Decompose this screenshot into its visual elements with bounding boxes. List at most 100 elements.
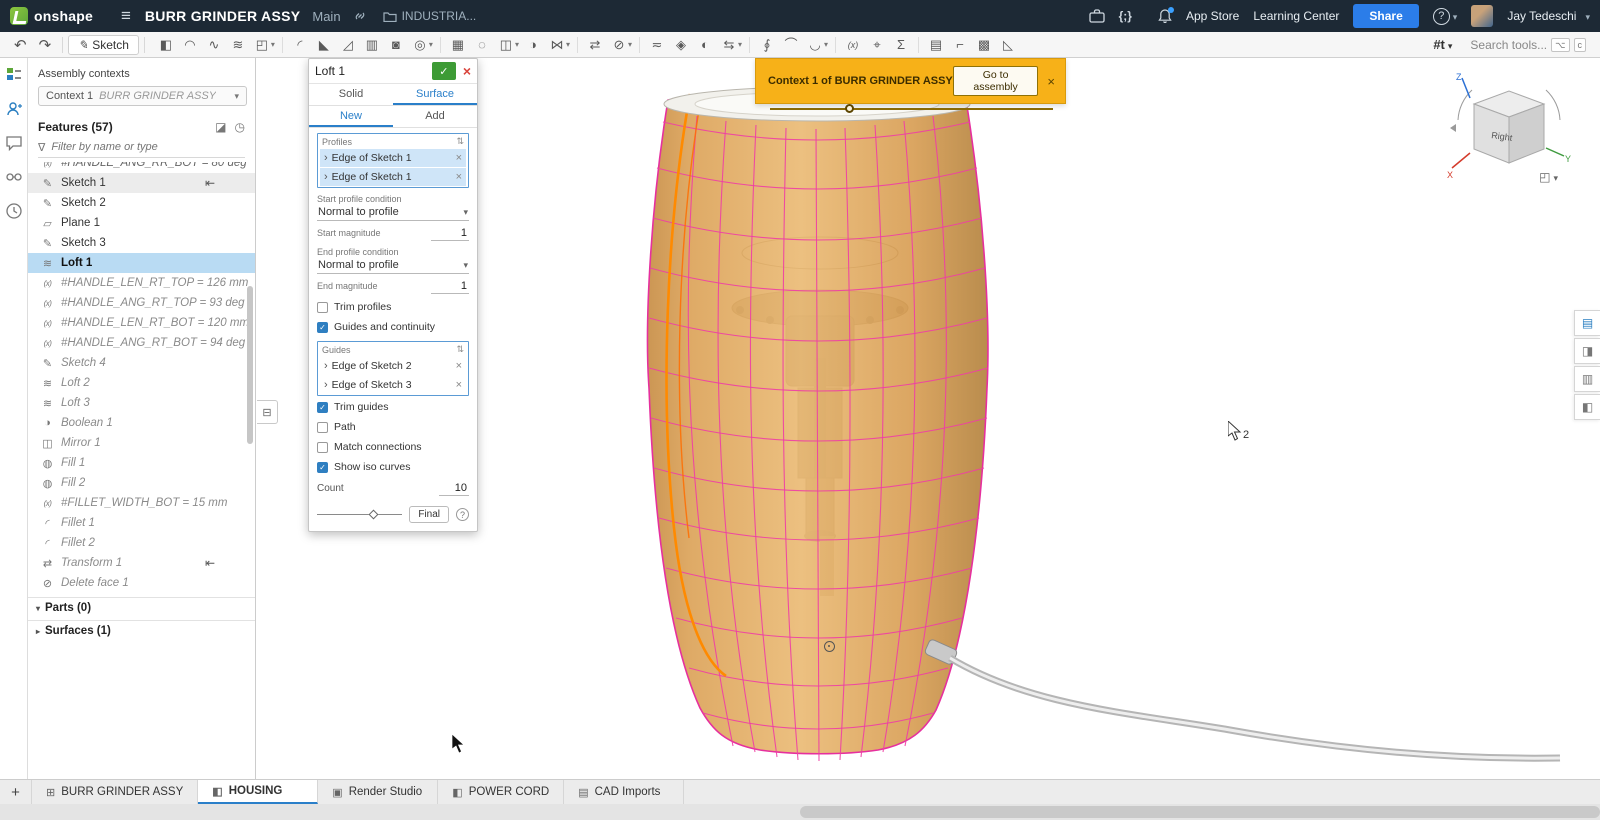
- fillet-icon[interactable]: ◜: [288, 33, 312, 57]
- suppress-arrow-icon[interactable]: ⇤: [205, 556, 215, 570]
- checkbox-trim-profiles[interactable]: Trim profiles: [317, 298, 469, 316]
- configurations-panel-icon[interactable]: ▤: [1574, 310, 1600, 336]
- checkbox[interactable]: [317, 462, 328, 473]
- document-tab-render-studio[interactable]: ▣Render Studio: [318, 780, 438, 804]
- rotate-left-triangle-icon[interactable]: [1450, 124, 1456, 132]
- workspace-name[interactable]: Main: [312, 9, 340, 24]
- start-condition-select[interactable]: Normal to profile: [317, 204, 469, 221]
- remove-icon[interactable]: ×: [456, 379, 462, 391]
- tab-add[interactable]: Add: [393, 106, 477, 127]
- boundary-surface-icon[interactable]: ◈: [669, 33, 693, 57]
- feature-item[interactable]: ▱Plane 1: [28, 213, 255, 233]
- final-button[interactable]: Final: [409, 506, 449, 523]
- link-icon[interactable]: [353, 9, 367, 23]
- rib-icon[interactable]: ▥: [360, 33, 384, 57]
- onshape-logo[interactable]: onshape: [10, 7, 93, 25]
- feature-item[interactable]: ◫Mirror 1: [28, 433, 255, 453]
- feature-filter[interactable]: [38, 140, 245, 158]
- feature-item[interactable]: ◜Fillet 1: [28, 513, 255, 533]
- cancel-button[interactable]: [463, 63, 471, 79]
- tab-bar-scroll-thumb[interactable]: [800, 806, 1600, 818]
- learning-center-link[interactable]: Learning Center: [1253, 9, 1339, 23]
- feature-item[interactable]: ✎Sketch 2: [28, 193, 255, 213]
- user-name[interactable]: Jay Tedeschi: [1507, 9, 1576, 23]
- notifications-bell-icon[interactable]: [1158, 9, 1172, 24]
- search-tools-field[interactable]: Search tools... ⌥ c: [1464, 36, 1592, 54]
- expand-chevron-icon[interactable]: ›: [324, 152, 328, 164]
- checkbox[interactable]: [317, 402, 328, 413]
- feature-item[interactable]: ◍Fill 2: [28, 473, 255, 493]
- reorder-icon[interactable]: [456, 344, 464, 355]
- linear-pattern-icon[interactable]: ▦: [446, 33, 470, 57]
- remove-icon[interactable]: ×: [456, 360, 462, 372]
- surfaces-section[interactable]: ▸ Surfaces (1): [28, 620, 255, 641]
- new-tab-button[interactable]: +: [0, 780, 32, 804]
- feature-item[interactable]: ✎Sketch 3: [28, 233, 255, 253]
- parts-expand-icon[interactable]: ▾: [36, 604, 40, 613]
- feature-item[interactable]: ✎Sketch 4: [28, 353, 255, 373]
- document-title[interactable]: BURR GRINDER ASSY: [145, 8, 300, 24]
- rollback-slider[interactable]: [317, 510, 402, 519]
- parts-section[interactable]: ▾ Parts (0): [28, 597, 255, 618]
- app-store-link[interactable]: App Store: [1186, 9, 1239, 23]
- history-icon[interactable]: [5, 202, 23, 220]
- projected-curve-icon[interactable]: ⌒: [779, 33, 803, 57]
- selection-item[interactable]: ›Edge of Sketch 1×: [320, 168, 466, 186]
- checkbox-path[interactable]: Path: [317, 418, 469, 436]
- help-icon[interactable]: ?: [1433, 8, 1450, 25]
- expand-chevron-icon[interactable]: ›: [324, 171, 328, 183]
- mirror-dropdown-icon[interactable]: ▾: [515, 40, 519, 49]
- mass-properties-icon[interactable]: Σ: [889, 33, 913, 57]
- properties-panel-icon[interactable]: ◧: [1574, 394, 1600, 420]
- feature-item[interactable]: ◜Fillet 2: [28, 533, 255, 553]
- user-menu-caret-icon[interactable]: [1582, 9, 1590, 23]
- checkbox-trim-guides[interactable]: Trim guides: [317, 398, 469, 416]
- frame-icon[interactable]: ▩: [972, 33, 996, 57]
- user-avatar[interactable]: [1471, 5, 1493, 27]
- shell-icon[interactable]: ◙: [384, 33, 408, 57]
- transform-icon[interactable]: ⇄: [583, 33, 607, 57]
- document-tab-burr-grinder-assy[interactable]: ⊞BURR GRINDER ASSY: [32, 780, 198, 804]
- sketch-button[interactable]: Sketch: [68, 35, 139, 55]
- main-menu-icon[interactable]: [121, 6, 131, 26]
- checkbox[interactable]: [317, 422, 328, 433]
- folder-breadcrumb[interactable]: INDUSTRIA...: [383, 9, 477, 23]
- feature-item[interactable]: ⇄Transform 1⇤: [28, 553, 255, 573]
- share-button[interactable]: Share: [1353, 4, 1418, 28]
- context-position-slider[interactable]: [768, 104, 1055, 114]
- variables-dropdown[interactable]: #t: [1433, 37, 1452, 52]
- checkbox-show-iso-curves[interactable]: Show iso curves: [317, 458, 469, 476]
- sweep-icon[interactable]: ∿: [202, 33, 226, 57]
- delete-part-dropdown-icon[interactable]: ▾: [628, 40, 632, 49]
- tab-surface[interactable]: Surface: [393, 84, 477, 105]
- feature-item[interactable]: (x)#HANDLE_LEN_RT_BOT = 120 mm: [28, 313, 255, 333]
- tab-bar-scrollbar[interactable]: [0, 804, 1600, 820]
- slider-thumb[interactable]: [368, 510, 378, 520]
- rollback-history-icon[interactable]: ◷: [235, 120, 245, 134]
- help-menu[interactable]: ?: [1433, 8, 1458, 25]
- tab-new[interactable]: New: [309, 106, 393, 127]
- circular-pattern-icon[interactable]: ◌: [470, 33, 494, 57]
- selection-item[interactable]: ›Edge of Sketch 1×: [320, 149, 466, 167]
- document-tab-power-cord[interactable]: ◧POWER CORD: [438, 780, 564, 804]
- loft-icon[interactable]: ≋: [226, 33, 250, 57]
- flange-icon[interactable]: ⌐: [948, 33, 972, 57]
- feature-item[interactable]: (x)#FILLET_WIDTH_BOT = 15 mm: [28, 493, 255, 513]
- power-cord[interactable]: [924, 639, 1560, 759]
- measure-icon[interactable]: ⌖: [865, 33, 889, 57]
- feature-item[interactable]: ◍Fill 1: [28, 453, 255, 473]
- reorder-icon[interactable]: [456, 136, 464, 147]
- context-selector[interactable]: Context 1 BURR GRINDER ASSY: [38, 86, 247, 106]
- gusset-icon[interactable]: ◺: [996, 33, 1020, 57]
- surfaces-expand-icon[interactable]: ▸: [36, 627, 40, 636]
- bridging-curve-dropdown-icon[interactable]: ▾: [824, 40, 828, 49]
- follow-mode-icon[interactable]: [5, 100, 23, 118]
- feature-item[interactable]: (x)#HANDLE_ANG_RT_TOP = 93 deg: [28, 293, 255, 313]
- rotate-arrow-left-icon[interactable]: [1458, 90, 1472, 120]
- count-input[interactable]: 10: [439, 482, 469, 496]
- checkbox-match-connections[interactable]: Match connections: [317, 438, 469, 456]
- feature-item[interactable]: ◑Boolean 1: [28, 413, 255, 433]
- feature-item[interactable]: ✎Sketch 1⇤: [28, 173, 255, 193]
- end-condition-select[interactable]: Normal to profile: [317, 257, 469, 274]
- banner-close-icon[interactable]: ×: [1047, 74, 1055, 89]
